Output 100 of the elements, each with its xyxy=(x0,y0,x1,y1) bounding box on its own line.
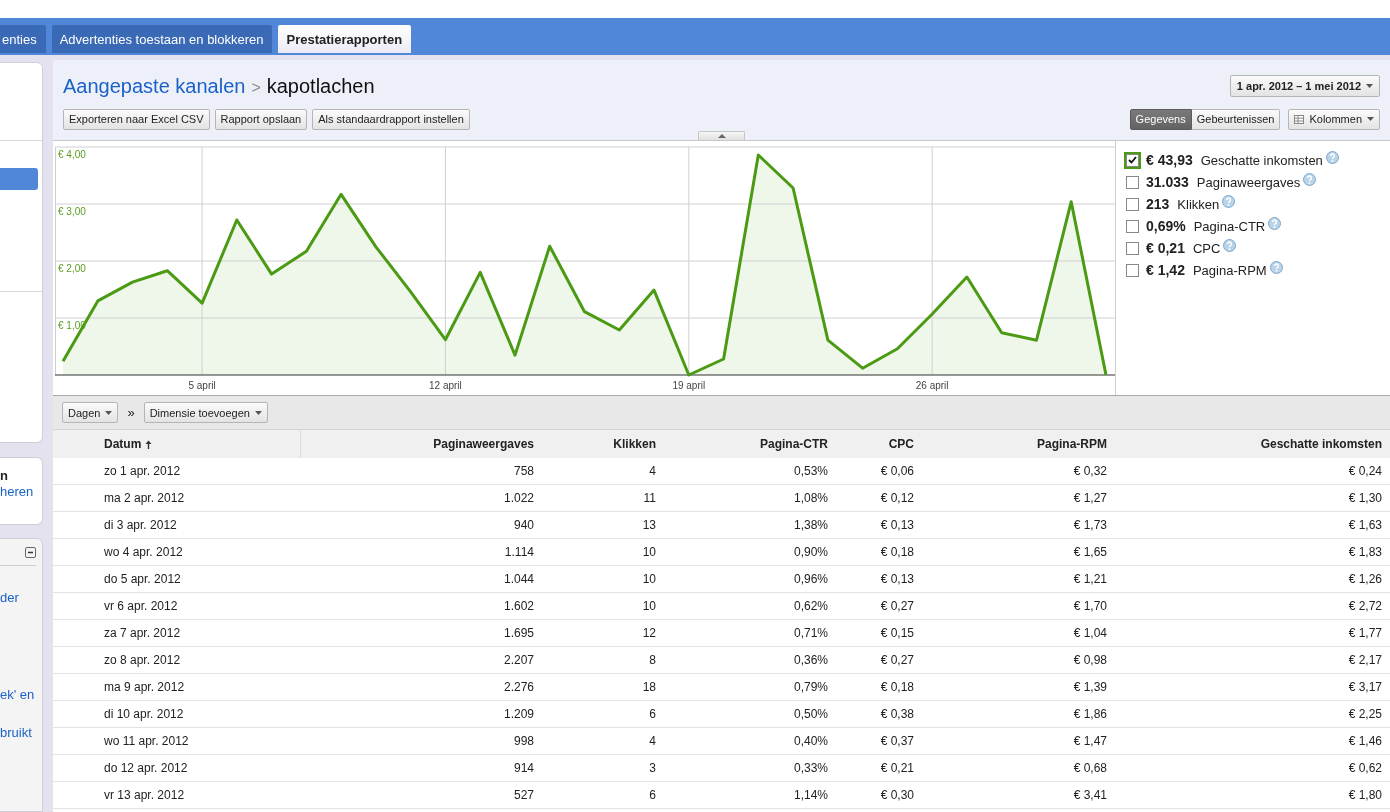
help-icon[interactable] xyxy=(1222,194,1236,208)
metric-total: € 0,21 xyxy=(1146,241,1185,255)
help-link[interactable]: bruikt xyxy=(0,725,32,741)
table-cell-text: € 1,70 xyxy=(1072,598,1107,615)
table-cell-text: € 1,27 xyxy=(1072,490,1107,507)
help-icon[interactable] xyxy=(1303,172,1317,186)
table-cell-text: € 0,12 xyxy=(879,490,914,507)
table-cell-text: vr 6 apr. 2012 xyxy=(103,598,179,615)
table-cell-text: € 0,18 xyxy=(879,544,914,561)
tab[interactable]: Advertenties toestaan en blokkeren xyxy=(51,25,272,53)
table-cell-text: di 10 apr. 2012 xyxy=(103,706,185,723)
table-cell-text: 4 xyxy=(648,733,656,750)
table-cell-text: 1.022 xyxy=(502,490,534,507)
table-cell-text: € 1,46 xyxy=(1347,733,1382,750)
table-cell-text: € 0,62 xyxy=(1347,760,1382,777)
table-cell-text: 1.602 xyxy=(502,598,534,615)
table-cell-text: 10 xyxy=(641,544,656,561)
view-toggle-button[interactable]: Gebeurtenissen xyxy=(1191,108,1281,130)
help-link[interactable]: der xyxy=(0,590,19,606)
table-cell-text: 0,96% xyxy=(792,571,828,588)
toolbar-button[interactable]: Exporteren naar Excel CSV xyxy=(63,108,210,130)
checkbox[interactable] xyxy=(1126,241,1139,255)
table-cell-text: € 0,37 xyxy=(879,733,914,750)
table-cell-text: 1.044 xyxy=(502,571,534,588)
checkbox[interactable] xyxy=(1126,219,1139,233)
toolbar-button[interactable]: Rapport opslaan xyxy=(214,108,308,130)
table-cell-text: € 3,41 xyxy=(1072,787,1107,804)
tab[interactable]: Prestatierapporten xyxy=(277,25,412,53)
table-cell-text: vr 13 apr. 2012 xyxy=(103,787,186,804)
date-range-dropdown[interactable]: 1 apr. 2012 – 1 mei 2012 xyxy=(1229,75,1380,97)
help-link[interactable]: ek' en xyxy=(0,687,35,703)
checkbox[interactable] xyxy=(1126,175,1139,189)
breadcrumb-separator: > xyxy=(251,78,261,97)
metric-total: 31.033 xyxy=(1146,175,1189,189)
table-cell-text: 0,90% xyxy=(792,544,828,561)
panel-heading: n xyxy=(0,468,9,484)
checkbox[interactable] xyxy=(1126,153,1139,167)
caret-icon xyxy=(254,410,262,415)
sidebar-link[interactable]: heren xyxy=(0,484,34,500)
table-cell-text: 0,62% xyxy=(792,598,828,615)
table-cell-text: 0,50% xyxy=(792,706,828,723)
help-icon[interactable] xyxy=(1223,238,1237,252)
column-header[interactable]: CPC xyxy=(828,430,914,458)
breadcrumb-link[interactable]: Aangepaste kanalen xyxy=(63,74,246,98)
table-cell-text: 1.209 xyxy=(502,706,534,723)
help-icon[interactable] xyxy=(1268,216,1282,230)
table-cell-text: € 0,98 xyxy=(1072,652,1107,669)
checkbox[interactable] xyxy=(1126,263,1139,277)
metric-total: 213 xyxy=(1146,197,1170,211)
table-cell-text: € 2,25 xyxy=(1347,706,1382,723)
tab[interactable]: enties xyxy=(0,25,46,53)
table-cell-text: € 0,27 xyxy=(879,598,914,615)
table-cell-text: € 0,38 xyxy=(879,706,914,723)
table-cell-text: € 1,47 xyxy=(1072,733,1107,750)
help-icon[interactable] xyxy=(1325,150,1339,164)
table-cell-text: 13 xyxy=(641,517,656,534)
table-cell-text: 10 xyxy=(641,571,656,588)
collapse-handle[interactable] xyxy=(698,131,745,140)
granularity-dropdown[interactable]: Dagen xyxy=(62,402,119,423)
column-header[interactable]: Datum xyxy=(53,430,301,458)
collapse-icon[interactable] xyxy=(25,546,36,558)
table-cell-text: € 1,63 xyxy=(1347,517,1382,534)
table-cell-text: € 0,21 xyxy=(879,760,914,777)
separator-text: » xyxy=(127,405,135,420)
table-cell-text: wo 4 apr. 2012 xyxy=(103,544,184,561)
table-cell-text: € 2,72 xyxy=(1347,598,1382,615)
caret-icon xyxy=(1366,84,1373,88)
columns-dropdown[interactable]: Kolommen xyxy=(1288,108,1380,130)
table-cell-text: 0,79% xyxy=(792,679,828,696)
table-cell-text: € 1,83 xyxy=(1347,544,1382,561)
table-cell-text: 3 xyxy=(648,760,656,777)
metric-name: Paginaweergaves xyxy=(1196,175,1301,189)
table-cell-text: 1,38% xyxy=(792,517,828,534)
table-cell-text: € 1,26 xyxy=(1347,571,1382,588)
column-header[interactable]: Geschatte inkomsten xyxy=(1107,430,1382,458)
view-toggle-button[interactable]: Gegevens xyxy=(1129,108,1192,130)
table-cell-text: 6 xyxy=(648,787,656,804)
help-icon[interactable] xyxy=(1269,260,1283,274)
table-cell-text: zo 1 apr. 2012 xyxy=(103,463,182,480)
table-cell-text: € 1,04 xyxy=(1072,625,1107,642)
table-cell-text: € 1,73 xyxy=(1072,517,1107,534)
column-header[interactable]: Pagina-RPM xyxy=(914,430,1107,458)
metric-name: Klikken xyxy=(1177,197,1220,211)
add-dimension-dropdown[interactable]: Dimensie toevoegen xyxy=(143,402,268,423)
page-title: kapotlachen xyxy=(266,74,375,98)
table-cell-text: 998 xyxy=(512,733,534,750)
caret-icon xyxy=(105,410,113,415)
checkbox[interactable] xyxy=(1126,197,1139,211)
table-cell-text: ma 2 apr. 2012 xyxy=(103,490,186,507)
table-cell-text: 10 xyxy=(641,598,656,615)
table-cell-text: wo 11 apr. 2012 xyxy=(103,733,190,750)
column-header[interactable]: Paginaweergaves xyxy=(301,430,534,458)
table-cell-text: do 5 apr. 2012 xyxy=(103,571,182,588)
table-cell-text: € 0,13 xyxy=(879,571,914,588)
column-header[interactable]: Klikken xyxy=(534,430,656,458)
column-header[interactable]: Pagina-CTR xyxy=(656,430,828,458)
y-axis-label: € 3,00 xyxy=(58,206,86,217)
toolbar-button[interactable]: Als standaardrapport instellen xyxy=(312,108,470,130)
x-axis-label: 19 april xyxy=(672,380,706,391)
table-cell-text: 4 xyxy=(648,463,656,480)
